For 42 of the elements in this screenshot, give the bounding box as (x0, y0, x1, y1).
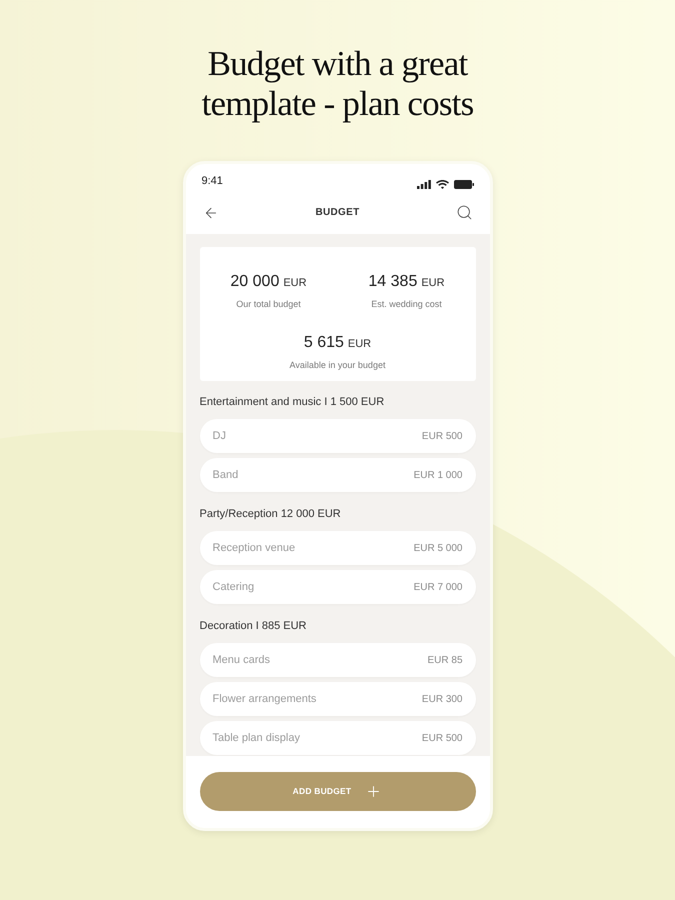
item-name: Flower arrangements (212, 692, 316, 707)
budget-item[interactable]: Catering EUR 7 000 (200, 570, 476, 604)
item-amount: EUR 1 000 (414, 468, 462, 482)
headline: Budget with a great template - plan costs (202, 44, 474, 124)
currency-label: EUR (348, 336, 372, 352)
item-name: DJ (212, 428, 226, 444)
budget-item[interactable]: Table plan display EUR 500 (200, 721, 476, 755)
amount-value: 20 000 (230, 272, 280, 292)
status-time: 9:41 (202, 174, 223, 188)
add-budget-button[interactable]: ADD BUDGET (200, 772, 476, 811)
screen-title: BUDGET (315, 206, 360, 220)
item-name: Band (212, 468, 238, 483)
amount-caption: Est. wedding cost (371, 298, 442, 311)
item-amount: EUR 500 (422, 430, 462, 444)
amount-value: 14 385 (368, 272, 418, 292)
section-title: Decoration I 885 EUR (200, 619, 308, 634)
search-button[interactable] (456, 204, 474, 222)
budget-item[interactable]: Flower arrangements EUR 300 (200, 682, 476, 716)
item-amount: EUR 85 (427, 654, 462, 668)
budget-item[interactable]: Reception venue EUR 5 000 (200, 531, 476, 565)
amount-caption: Our total budget (236, 298, 301, 311)
item-amount: EUR 500 (422, 732, 462, 746)
item-name: Catering (212, 580, 254, 595)
section-title: Party/Reception 12 000 EUR (200, 507, 342, 522)
currency-label: EUR (421, 276, 445, 291)
amount-caption: Available in your budget (290, 358, 386, 372)
item-amount: EUR 5 000 (414, 542, 462, 556)
item-name: Menu cards (212, 652, 270, 668)
item-amount: EUR 300 (422, 692, 462, 706)
budget-item[interactable]: Band EUR 1 000 (200, 458, 476, 492)
amount-value: 5 615 (304, 332, 344, 352)
item-amount: EUR 7 000 (414, 580, 462, 594)
battery-icon (454, 180, 474, 189)
search-icon (456, 204, 473, 221)
currency-label: EUR (283, 276, 307, 291)
signal-icon (416, 180, 430, 189)
section-title: Entertainment and music I 1 500 EUR (200, 395, 386, 410)
wifi-icon (436, 180, 448, 189)
item-name: Table plan display (212, 730, 300, 746)
budget-item[interactable]: DJ EUR 500 (200, 419, 476, 453)
item-name: Reception venue (212, 540, 296, 556)
budget-item[interactable]: Menu cards EUR 85 (200, 643, 476, 677)
